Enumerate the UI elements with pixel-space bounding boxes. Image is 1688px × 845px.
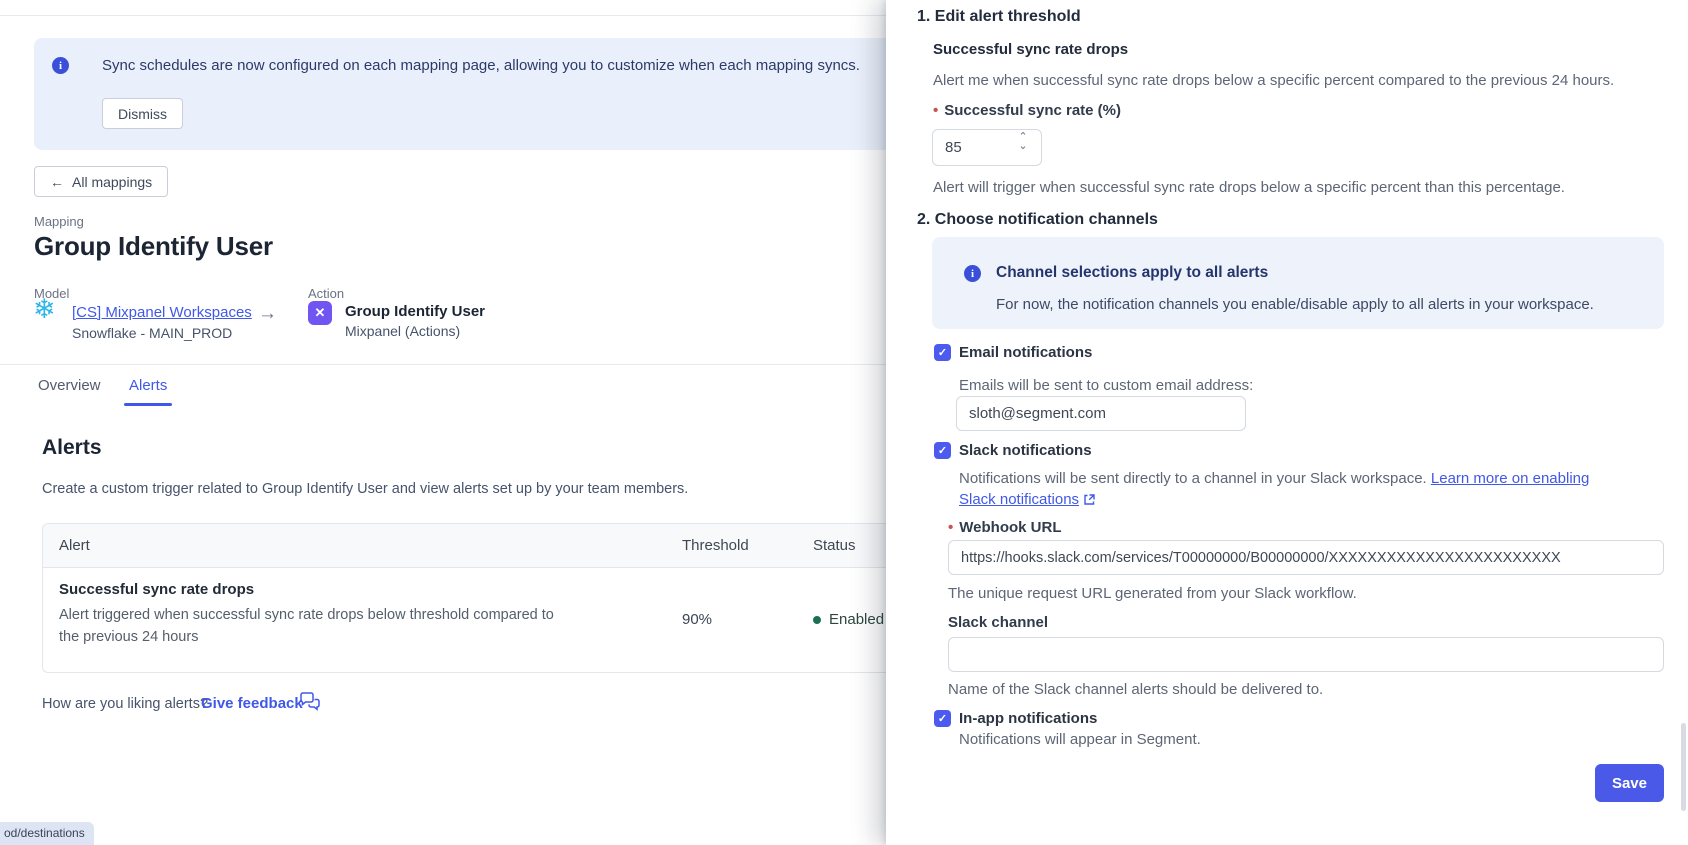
- alert-type-description: Alert me when successful sync rate drops…: [933, 72, 1614, 89]
- feedback-question: How are you liking alerts?: [42, 696, 208, 712]
- alert-row-status: Enabled: [813, 611, 884, 628]
- alert-type-name: Successful sync rate drops: [933, 41, 1128, 58]
- mapping-eyebrow-label: Mapping: [34, 214, 84, 229]
- email-address-input[interactable]: [956, 396, 1246, 431]
- model-source-link[interactable]: [CS] Mixpanel Workspaces: [72, 304, 252, 321]
- chat-bubbles-icon: [299, 692, 321, 717]
- dismiss-button[interactable]: Dismiss: [102, 98, 183, 129]
- alert-row-title: Successful sync rate drops: [59, 581, 254, 598]
- action-name: Group Identify User: [345, 303, 485, 320]
- save-button[interactable]: Save: [1595, 764, 1664, 802]
- status-enabled-dot-icon: [813, 616, 821, 624]
- inapp-notifications-checkbox[interactable]: ✓: [934, 710, 951, 727]
- webhook-url-label: Webhook URL: [948, 519, 1061, 536]
- all-mappings-back-button[interactable]: ← All mappings: [34, 166, 168, 197]
- number-stepper[interactable]: ⌃ ⌄: [1012, 133, 1034, 151]
- action-destination: Mixpanel (Actions): [345, 323, 460, 339]
- alerts-section-description: Create a custom trigger related to Group…: [42, 481, 688, 497]
- status-badge: Enabled: [829, 611, 884, 628]
- sync-rate-helper: Alert will trigger when successful sync …: [933, 179, 1565, 196]
- stepper-down-icon[interactable]: ⌄: [1018, 142, 1027, 151]
- info-icon: i: [964, 265, 981, 282]
- sync-rate-label: Successful sync rate (%): [933, 102, 1121, 119]
- email-notifications-label: Email notifications: [959, 344, 1092, 361]
- webhook-helper: The unique request URL generated from yo…: [948, 585, 1357, 602]
- slack-helper: Notifications will be sent directly to a…: [959, 468, 1627, 512]
- step2-heading: 2. Choose notification channels: [917, 211, 1158, 229]
- slack-notifications-label: Slack notifications: [959, 442, 1092, 459]
- app-stage: i Sync schedules are now configured on e…: [0, 0, 1688, 845]
- back-arrow-icon: ←: [50, 174, 64, 190]
- inapp-notifications-label: In-app notifications: [959, 710, 1097, 727]
- alerts-section-title: Alerts: [42, 436, 102, 460]
- model-source-name: Snowflake - MAIN_PROD: [72, 325, 232, 341]
- callout-body: For now, the notification channels you e…: [996, 296, 1594, 313]
- column-header-status: Status: [813, 537, 856, 554]
- column-header-alert: Alert: [59, 537, 90, 554]
- slack-notifications-checkbox[interactable]: ✓: [934, 442, 951, 459]
- tab-alerts[interactable]: Alerts: [129, 377, 167, 394]
- email-helper: Emails will be sent to custom email addr…: [959, 377, 1253, 394]
- snowflake-icon: ❄: [33, 296, 56, 323]
- edit-alert-drawer: 1. Edit alert threshold Successful sync …: [886, 0, 1688, 845]
- drawer-scrollbar[interactable]: [1681, 723, 1686, 811]
- alert-row-threshold: 90%: [682, 611, 712, 628]
- back-button-label: All mappings: [72, 174, 152, 190]
- slack-channel-helper: Name of the Slack channel alerts should …: [948, 681, 1323, 698]
- channel-callout: i Channel selections apply to all alerts…: [932, 237, 1664, 329]
- alert-row-description: Alert triggered when successful sync rat…: [59, 604, 564, 648]
- banner-text: Sync schedules are now configured on eac…: [102, 57, 860, 74]
- step1-heading: 1. Edit alert threshold: [917, 8, 1081, 26]
- mixpanel-icon: ✕: [308, 301, 332, 325]
- column-header-threshold: Threshold: [682, 537, 749, 554]
- active-tab-underline: [124, 403, 172, 406]
- callout-title: Channel selections apply to all alerts: [996, 264, 1268, 282]
- give-feedback-link[interactable]: Give feedback: [201, 695, 303, 712]
- external-link-icon: [1083, 491, 1096, 512]
- page-title: Group Identify User: [34, 231, 273, 262]
- action-label: Action: [308, 286, 344, 301]
- info-icon: i: [52, 57, 69, 74]
- flow-arrow-icon: →: [258, 303, 277, 325]
- slack-channel-input[interactable]: [948, 637, 1664, 672]
- status-bar-url-chip: od/destinations: [0, 822, 94, 845]
- webhook-url-input[interactable]: [948, 540, 1664, 575]
- email-notifications-checkbox[interactable]: ✓: [934, 344, 951, 361]
- inapp-helper: Notifications will appear in Segment.: [959, 731, 1201, 748]
- slack-helper-text: Notifications will be sent directly to a…: [959, 470, 1427, 487]
- tab-overview[interactable]: Overview: [38, 377, 101, 394]
- slack-channel-label: Slack channel: [948, 614, 1048, 631]
